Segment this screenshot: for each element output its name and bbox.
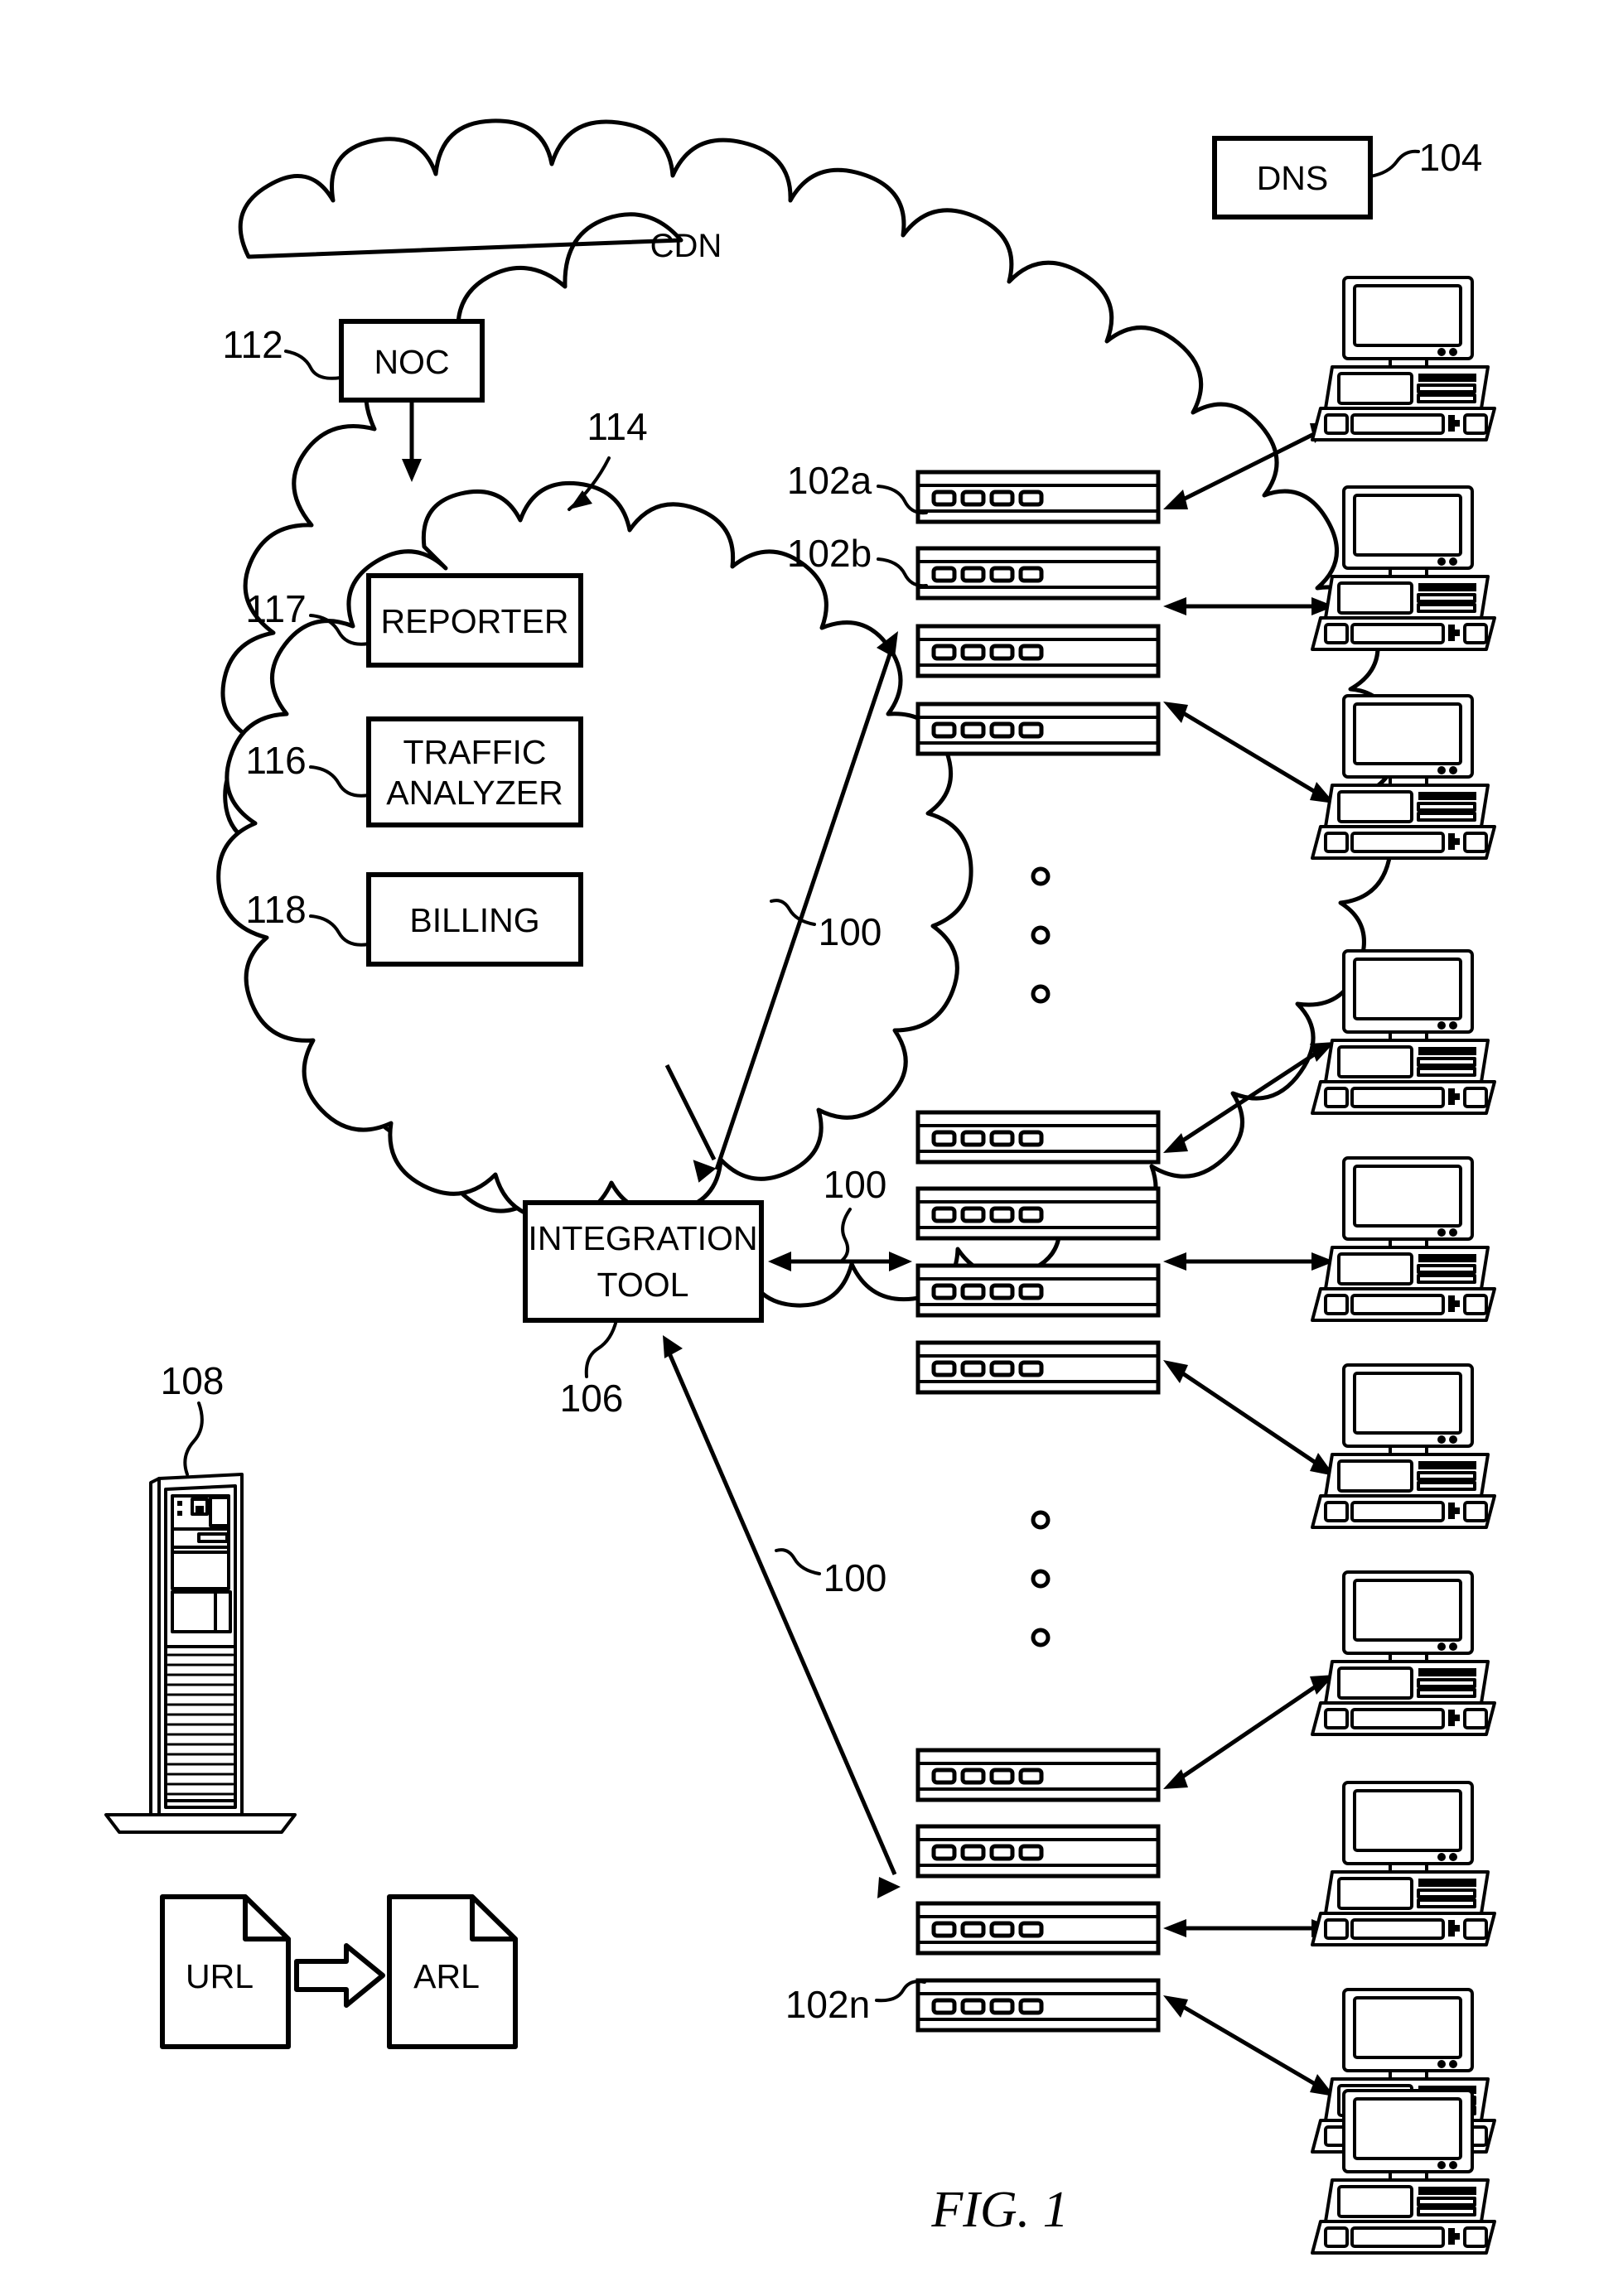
server-rack	[915, 1186, 1161, 1241]
patent-figure-page: CDN 114 NOC 112 REPORTER 117 TRAFFIC ANA…	[0, 0, 1623, 2296]
client-computer	[1311, 276, 1496, 441]
tower-switch-fill	[196, 1506, 204, 1514]
integration-bottom-arrowhead-down	[877, 1877, 901, 1898]
ref-104: 104	[1419, 136, 1483, 179]
ellipsis-dot	[1031, 1628, 1051, 1647]
ref-114: 114	[587, 405, 647, 448]
noc-label: NOC	[374, 343, 449, 381]
link-arrow	[1175, 2000, 1322, 2090]
tower-bay-3-right	[214, 1590, 232, 1633]
figure-caption: FIG. 1	[930, 2182, 1068, 2238]
tower-led	[177, 1501, 182, 1506]
ref-100-bottom-leader	[775, 1548, 821, 1575]
server-rack	[915, 1978, 1161, 2033]
cdn-label: CDN	[650, 228, 722, 264]
ref-100-top: 100	[819, 910, 882, 953]
ref-104-leader	[1369, 149, 1420, 178]
tower-led	[177, 1511, 182, 1516]
link-arrowhead	[1163, 1252, 1186, 1271]
integration-to-bottom-servers-arrow: 100	[663, 1335, 901, 1898]
tower-side	[149, 1477, 161, 1816]
server-rack	[915, 470, 1161, 524]
server-rack-group-bottom: 102n	[785, 1748, 1161, 2033]
ref-116: 116	[245, 739, 306, 782]
traffic-analyzer-label-line2: ANALYZER	[386, 774, 563, 812]
server-rack	[915, 1901, 1161, 1956]
client-computer	[1311, 1156, 1496, 1322]
tower-floppy-slot	[197, 1532, 229, 1543]
ellipsis-dot	[1031, 984, 1051, 1004]
ellipsis-dot	[1031, 866, 1051, 886]
link-arrow	[1175, 1681, 1322, 1783]
ref-100-bottom: 100	[824, 1556, 887, 1599]
client-computer	[1311, 485, 1496, 651]
integration-tool-label-line2: TOOL	[597, 1266, 689, 1304]
link-arrowhead	[1163, 1995, 1188, 2018]
arl-page-fold	[470, 1894, 518, 1941]
traffic-analyzer-label-line1: TRAFFIC	[403, 733, 546, 771]
reporter-label: REPORTER	[380, 602, 568, 640]
ellipsis-dot	[1031, 1510, 1051, 1530]
integration-tool-block: INTEGRATION TOOL 106	[523, 1200, 764, 1420]
integration-tool-label-line1: INTEGRATION	[528, 1219, 757, 1257]
server-rack	[915, 1824, 1161, 1879]
server-rack	[915, 1748, 1161, 1802]
server-rack	[915, 1340, 1161, 1395]
ellipsis-dot	[1031, 1569, 1051, 1589]
tower-base	[104, 1813, 297, 1834]
ref-102b: 102b	[787, 532, 872, 575]
link-arrowhead	[1163, 1360, 1188, 1383]
ref-112-leader	[284, 350, 342, 380]
ref-117: 117	[245, 587, 306, 630]
billing-label: BILLING	[409, 901, 539, 939]
server-rack	[915, 1263, 1161, 1318]
ref-106-leader	[584, 1319, 618, 1378]
client-computers	[1311, 276, 1496, 2255]
ref-112: 112	[222, 323, 283, 366]
integration-bottom-line	[664, 1347, 897, 1875]
url-label: URL	[186, 1957, 254, 1995]
ellipsis-dot	[1031, 925, 1051, 945]
ref-118: 118	[245, 888, 306, 931]
client-computer	[1311, 1363, 1496, 1529]
server-rack	[915, 546, 1161, 601]
link-arrow	[1175, 1367, 1322, 1469]
server-rack	[915, 624, 1161, 678]
ref-100-middle: 100	[824, 1163, 887, 1206]
url-to-arl-arrow	[294, 1943, 385, 2008]
dns-block: DNS 104	[1212, 136, 1483, 219]
ref-108-leader	[183, 1401, 204, 1476]
server-rack	[915, 702, 1161, 756]
link-arrowhead	[1163, 1769, 1188, 1789]
url-arl-transform: URL ARL	[160, 1894, 518, 2049]
link-arrowhead	[1163, 1919, 1186, 1937]
ref-102a: 102a	[787, 459, 872, 502]
url-page-fold	[243, 1894, 291, 1941]
url-document: URL	[160, 1894, 291, 2049]
origin-server-tower: 108	[104, 1359, 297, 1834]
arl-label: ARL	[413, 1957, 480, 1995]
tower-bay-2	[171, 1551, 230, 1590]
ref-108: 108	[161, 1359, 225, 1402]
client-computer	[1311, 1781, 1496, 1946]
dns-label: DNS	[1257, 159, 1329, 197]
integration-bottom-arrowhead-up	[663, 1335, 683, 1358]
figure-canvas: CDN 114 NOC 112 REPORTER 117 TRAFFIC ANA…	[104, 118, 1496, 2255]
vertical-ellipsis-bottom	[1031, 1510, 1051, 1647]
arl-document: ARL	[387, 1894, 518, 2049]
ref-106: 106	[560, 1377, 624, 1420]
tower-vent-slats	[167, 1653, 234, 1796]
client-computer	[1311, 1570, 1496, 1736]
server-rack	[915, 1110, 1161, 1165]
tower-slot	[209, 1496, 230, 1527]
ref-102n: 102n	[785, 1983, 870, 2026]
